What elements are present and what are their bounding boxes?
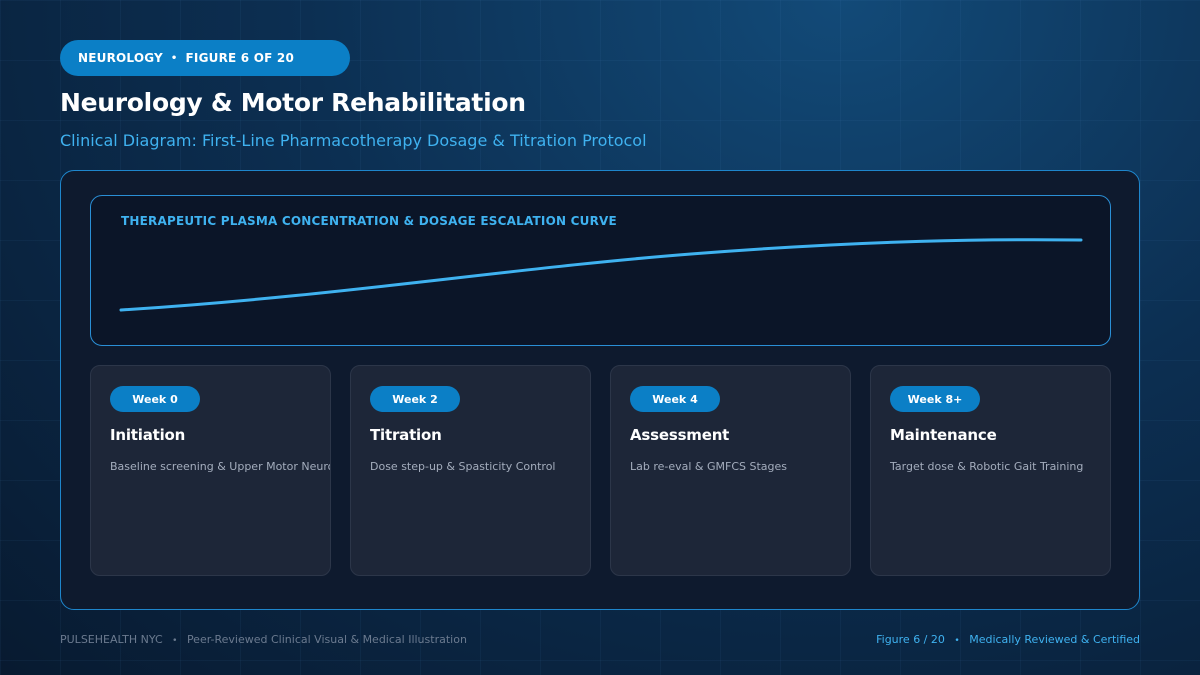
- curve-panel: THERAPEUTIC PLASMA CONCENTRATION & DOSAG…: [90, 195, 1111, 346]
- stage-description: Dose step-up & Spasticity Control: [370, 460, 556, 473]
- page-title: Neurology & Motor Rehabilitation: [60, 88, 526, 117]
- stage-title: Maintenance: [890, 426, 997, 444]
- badge-separator: •: [170, 52, 178, 64]
- footer-credit: PULSEHEALTH NYC • Peer-Reviewed Clinical…: [60, 633, 467, 646]
- footer-certification: Medically Reviewed & Certified: [969, 633, 1140, 646]
- footer-separator: •: [954, 636, 960, 646]
- footer-separator: •: [172, 636, 178, 646]
- stage-title: Assessment: [630, 426, 730, 444]
- week-badge: Week 8+: [890, 386, 980, 412]
- footer-tagline: Peer-Reviewed Clinical Visual & Medical …: [186, 633, 467, 646]
- week-badge: Week 4: [630, 386, 720, 412]
- badge-figure: FIGURE 6 OF 20: [185, 51, 294, 65]
- figure-badge: NEUROLOGY • FIGURE 6 OF 20: [60, 40, 350, 76]
- week-badge: Week 0: [110, 386, 200, 412]
- stage-card-titration: Week 2 Titration Dose step-up & Spastici…: [350, 365, 591, 576]
- footer-figure: Figure 6 / 20: [876, 633, 945, 646]
- badge-section: NEUROLOGY: [78, 51, 163, 65]
- curve-label: THERAPEUTIC PLASMA CONCENTRATION & DOSAG…: [121, 214, 617, 228]
- footer-figure-info: Figure 6 / 20 • Medically Reviewed & Cer…: [876, 633, 1140, 646]
- stage-title: Initiation: [110, 426, 186, 444]
- escalation-curve: [119, 238, 1083, 312]
- stage-card-maintenance: Week 8+ Maintenance Target dose & Roboti…: [870, 365, 1111, 576]
- stage-description: Target dose & Robotic Gait Training: [890, 460, 1084, 473]
- diagram-frame: THERAPEUTIC PLASMA CONCENTRATION & DOSAG…: [60, 170, 1140, 610]
- stage-card-assessment: Week 4 Assessment Lab re-eval & GMFCS St…: [610, 365, 851, 576]
- stage-title: Titration: [370, 426, 442, 444]
- stage-description: Lab re-eval & GMFCS Stages: [630, 460, 788, 473]
- footer-brand: PULSEHEALTH NYC: [60, 633, 163, 646]
- page-subtitle: Clinical Diagram: First-Line Pharmacothe…: [60, 131, 647, 150]
- week-badge: Week 2: [370, 386, 460, 412]
- stage-card-initiation: Week 0 Initiation Baseline screening & U…: [90, 365, 331, 576]
- stage-description: Baseline screening & Upper Motor Neurons: [110, 460, 331, 473]
